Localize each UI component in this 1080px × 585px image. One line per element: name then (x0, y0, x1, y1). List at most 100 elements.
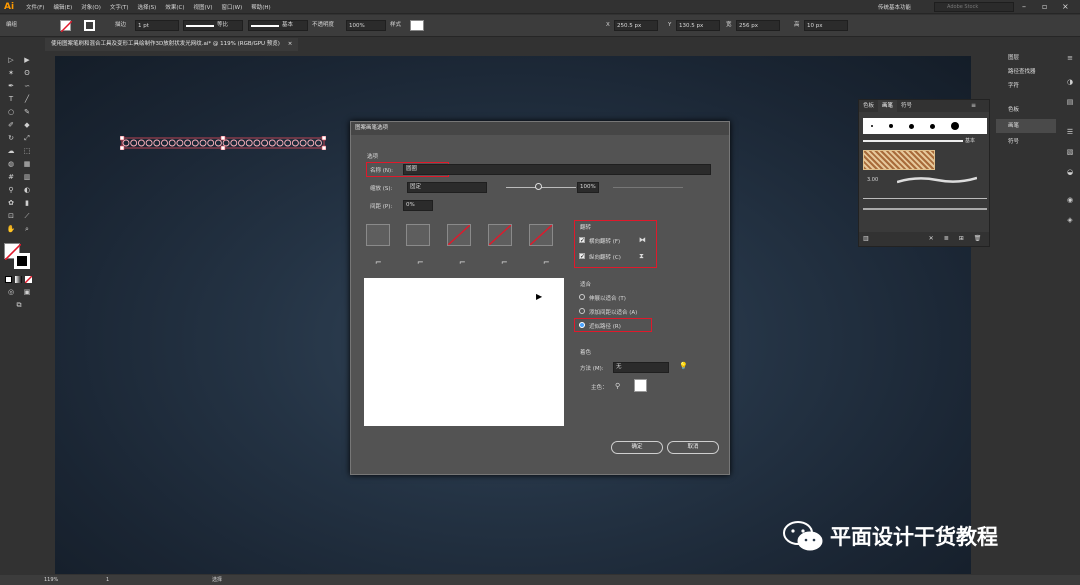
eraser-tool-icon[interactable]: ◆ (22, 120, 32, 130)
menu-edit[interactable]: 编辑(E) (53, 3, 72, 11)
gradient-tool-icon[interactable]: ▥ (22, 172, 32, 182)
side-tile-button[interactable] (366, 224, 390, 246)
graphic-styles-icon[interactable]: ◈ (1065, 215, 1075, 225)
end-tile-button[interactable] (529, 224, 553, 246)
outer-corner-tile-button[interactable] (406, 224, 430, 246)
new-brush-icon[interactable]: ⊞ (959, 232, 964, 246)
spacing-field[interactable]: 0% (403, 200, 433, 211)
scale-value-field[interactable]: 100% (577, 182, 599, 193)
calligraphic-brush-sample[interactable] (897, 174, 977, 186)
blend-tool-icon[interactable]: ◐ (22, 185, 32, 195)
rotate-tool-icon[interactable]: ↻ (6, 133, 16, 143)
free-transform-tool-icon[interactable]: ⬚ (22, 146, 32, 156)
x-field[interactable]: 250.5 px (614, 20, 658, 31)
brush-dot-2[interactable] (889, 124, 893, 128)
art-brush-sample[interactable] (863, 208, 987, 210)
gradient-panel-icon[interactable]: ▧ (1065, 147, 1075, 157)
inner-corner-tile-button[interactable] (447, 224, 471, 246)
brush-options-icon[interactable]: ≣ (944, 232, 949, 246)
dock-item-character[interactable]: 字符 (996, 79, 1056, 93)
y-field[interactable]: 130.5 px (676, 20, 720, 31)
shape-builder-icon[interactable]: ◍ (6, 159, 16, 169)
delete-brush-icon[interactable]: 🗑 (974, 232, 982, 246)
start-tile-button[interactable] (488, 224, 512, 246)
pattern-brush-sample[interactable] (863, 150, 935, 170)
artboard-tool-icon[interactable]: ⊡ (6, 211, 16, 221)
dock-item-symbols[interactable]: 符号 (996, 135, 1056, 149)
color-guide-icon[interactable]: ▤ (1065, 97, 1075, 107)
color-panel-icon[interactable]: ◑ (1065, 77, 1075, 87)
eyedropper-tool-icon[interactable]: ⚲ (6, 185, 16, 195)
symbol-sprayer-icon[interactable]: ✿ (6, 198, 16, 208)
basic-brush-line[interactable] (863, 140, 963, 142)
zoom-tool-icon[interactable]: ⌕ (22, 224, 32, 234)
direct-selection-tool-icon[interactable]: ▶ (22, 55, 32, 65)
hand-tool-icon[interactable]: ✋ (6, 224, 16, 234)
menu-type[interactable]: 文字(T) (110, 3, 129, 11)
line-tool-icon[interactable]: ╱ (22, 94, 32, 104)
warp-tool-icon[interactable]: ☁ (6, 146, 16, 156)
pen-tool-icon[interactable]: ✒ (6, 81, 16, 91)
panel-menu-icon[interactable]: ≡ (971, 102, 976, 109)
brush-definition[interactable]: 基本 (248, 20, 308, 31)
charcoal-brush-sample[interactable] (863, 198, 987, 199)
scale-mode-select[interactable]: 固定 (407, 182, 487, 193)
scale-slider-thumb[interactable] (535, 183, 542, 190)
type-tool-icon[interactable]: T (6, 94, 16, 104)
tips-bulb-icon[interactable]: 💡 (679, 362, 688, 370)
magic-wand-icon[interactable]: ✶ (6, 68, 16, 78)
none-button[interactable] (25, 276, 32, 283)
dock-item-brushes[interactable]: 画笔 (996, 119, 1056, 133)
flip-h-checkbox[interactable]: ✓ (579, 237, 585, 244)
stroke-panel-icon[interactable]: ☰ (1065, 127, 1075, 137)
name-input[interactable]: 圆圈 (403, 164, 711, 175)
dock-item-swatches[interactable]: 色板 (996, 103, 1056, 117)
change-screen-mode-icon[interactable]: ⧉ (14, 300, 24, 310)
mesh-tool-icon[interactable]: # (6, 172, 16, 182)
draw-mode-icon[interactable]: ◎ (6, 287, 16, 297)
maximize-icon[interactable]: ▫ (1042, 2, 1047, 11)
zoom-level[interactable]: 119% (44, 575, 58, 585)
ellipse-tool-icon[interactable]: ○ (6, 107, 16, 117)
close-icon[interactable]: × (1062, 2, 1069, 11)
brush-dot-5[interactable] (951, 122, 959, 130)
screen-mode-icon[interactable]: ▣ (22, 287, 32, 297)
menu-window[interactable]: 窗口(W) (222, 3, 243, 11)
close-tab-icon[interactable]: × (288, 41, 293, 47)
menu-select[interactable]: 选择(S) (138, 3, 157, 11)
graphic-style-swatch[interactable] (410, 20, 424, 31)
gradient-button[interactable] (15, 276, 22, 283)
menu-file[interactable]: 文件(F) (26, 3, 44, 11)
fit-approximate-radio[interactable] (579, 322, 585, 328)
fit-stretch-radio[interactable] (579, 294, 585, 300)
tab-brushes[interactable]: 画笔 (878, 100, 898, 112)
transparency-panel-icon[interactable]: ◒ (1065, 167, 1075, 177)
paintbrush-tool-icon[interactable]: ✎ (22, 107, 32, 117)
selection-tool-icon[interactable]: ▷ (6, 55, 16, 65)
stroke-color-box[interactable] (14, 253, 30, 269)
lasso-icon[interactable]: ʘ (22, 68, 32, 78)
stroke-weight-field[interactable]: 1 pt (135, 20, 179, 31)
selected-circle-chain[interactable] (120, 136, 326, 150)
dock-item-layers[interactable]: 图层 (996, 51, 1056, 65)
brush-library-icon[interactable]: ▥ (863, 232, 869, 246)
opacity-field[interactable]: 100% (346, 20, 386, 31)
document-tab[interactable]: 使用图案笔刷和混合工具及变形工具绘制作3D放射状发光网纹.ai* @ 119% … (45, 38, 299, 51)
color-button[interactable] (5, 276, 12, 283)
dock-item-pathfinder[interactable]: 路径查找器 (996, 65, 1056, 79)
flip-v-checkbox[interactable]: ✓ (579, 253, 585, 260)
method-select[interactable]: 无 (613, 362, 669, 373)
stock-search-input[interactable]: Adobe Stock (934, 2, 1014, 12)
shaper-tool-icon[interactable]: ✐ (6, 120, 16, 130)
minimize-icon[interactable]: – (1022, 2, 1026, 11)
perspective-grid-icon[interactable]: ▦ (22, 159, 32, 169)
brush-dot-4[interactable] (930, 123, 935, 129)
curvature-tool-icon[interactable]: ∽ (22, 81, 32, 91)
height-field[interactable]: 10 px (804, 20, 848, 31)
slice-tool-icon[interactable]: ⟋ (22, 211, 32, 221)
brush-dot-1[interactable] (871, 125, 873, 127)
artboard-number[interactable]: 1 (106, 575, 109, 585)
appearance-panel-icon[interactable]: ◉ (1065, 195, 1075, 205)
stroke-swatch[interactable] (84, 20, 95, 31)
tab-symbols[interactable]: 符号 (897, 100, 916, 112)
